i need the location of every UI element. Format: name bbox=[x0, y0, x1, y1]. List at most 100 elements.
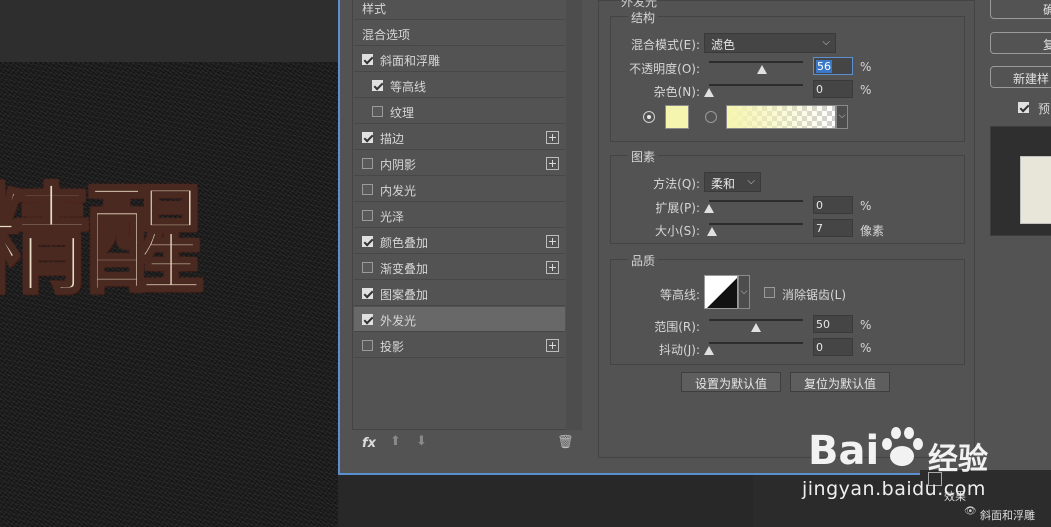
jitter-label: 抖动(J): bbox=[659, 343, 700, 357]
jitter-slider[interactable] bbox=[709, 342, 803, 344]
style-item-checkbox[interactable] bbox=[362, 54, 373, 65]
size-label: 大小(S): bbox=[654, 224, 700, 238]
antialias-label: 消除锯齿(L) bbox=[782, 288, 847, 302]
opacity-unit: % bbox=[860, 60, 872, 74]
range-input[interactable]: 50 bbox=[813, 315, 853, 333]
preview-label: 预 bbox=[1038, 102, 1051, 116]
range-slider[interactable] bbox=[709, 319, 803, 321]
style-item[interactable]: 图案叠加 bbox=[354, 281, 565, 306]
reset-default-button[interactable]: 复位为默认值 bbox=[790, 372, 890, 392]
gradient-chevron-icon[interactable]: ⌵ bbox=[836, 105, 848, 129]
style-item[interactable]: 渐变叠加 bbox=[354, 255, 565, 280]
style-item[interactable]: 投影 bbox=[354, 333, 565, 358]
style-item-checkbox[interactable] bbox=[362, 132, 373, 143]
style-item-checkbox[interactable] bbox=[372, 106, 383, 117]
style-item-checkbox[interactable] bbox=[372, 80, 383, 91]
add-effect-icon[interactable] bbox=[546, 261, 559, 274]
style-item[interactable]: 等高线 bbox=[354, 73, 565, 98]
style-item-label: 渐变叠加 bbox=[380, 262, 429, 276]
style-item[interactable]: 光泽 bbox=[354, 203, 565, 228]
method-select[interactable]: 柔和 ⌵ bbox=[704, 172, 761, 192]
preview-swatch bbox=[1020, 156, 1051, 224]
style-item-checkbox[interactable] bbox=[362, 314, 373, 325]
style-list-scrollbar[interactable] bbox=[566, 0, 582, 430]
style-item-checkbox[interactable] bbox=[362, 184, 373, 195]
style-item[interactable]: 纹理 bbox=[354, 99, 565, 124]
canvas-bottom-area bbox=[338, 475, 753, 527]
canvas-art-text: 精醒 bbox=[0, 171, 206, 310]
size-slider[interactable] bbox=[709, 223, 803, 225]
layer-bevel-label: 斜面和浮雕 bbox=[980, 509, 1035, 522]
gradient-swatch[interactable] bbox=[726, 105, 836, 129]
add-effect-icon[interactable] bbox=[546, 235, 559, 248]
new-style-button[interactable]: 新建样 bbox=[990, 66, 1051, 88]
watermark-brand-cn: 经验 bbox=[928, 442, 988, 477]
watermark-url: jingyan.baidu.com bbox=[802, 478, 986, 500]
canvas-top-area bbox=[0, 0, 338, 62]
fx-button[interactable]: fx bbox=[362, 436, 376, 451]
opacity-label: 不透明度(O): bbox=[629, 62, 700, 76]
opacity-slider-thumb[interactable] bbox=[756, 65, 767, 74]
make-default-button[interactable]: 设置为默认值 bbox=[681, 372, 781, 392]
blend-mode-label: 混合模式(E): bbox=[631, 38, 700, 52]
style-item[interactable]: 外发光 bbox=[354, 307, 565, 332]
spread-unit: % bbox=[860, 199, 872, 213]
color-radio[interactable] bbox=[643, 111, 655, 123]
jitter-unit: % bbox=[860, 341, 872, 355]
noise-unit: % bbox=[860, 83, 872, 97]
style-item-label: 颜色叠加 bbox=[380, 236, 429, 250]
eye-icon[interactable]: 👁 bbox=[964, 506, 977, 517]
style-item[interactable]: 颜色叠加 bbox=[354, 229, 565, 254]
opacity-slider[interactable] bbox=[709, 61, 803, 63]
noise-label: 杂色(N): bbox=[653, 85, 700, 99]
style-item-label: 样式 bbox=[362, 2, 387, 16]
move-down-icon[interactable]: ⬇ bbox=[416, 434, 427, 449]
style-item[interactable]: 内阴影 bbox=[354, 151, 565, 176]
style-item-label: 光泽 bbox=[380, 210, 405, 224]
noise-input[interactable]: 0 bbox=[813, 80, 853, 98]
size-slider-thumb[interactable] bbox=[707, 227, 718, 236]
blend-mode-select[interactable]: 滤色 ⌵ bbox=[704, 33, 836, 53]
antialias-checkbox[interactable] bbox=[764, 287, 775, 298]
style-item-checkbox[interactable] bbox=[362, 340, 373, 351]
method-label: 方法(Q): bbox=[653, 177, 700, 191]
spread-input[interactable]: 0 bbox=[813, 196, 853, 214]
move-up-icon[interactable]: ⬆ bbox=[390, 434, 401, 449]
jitter-input[interactable]: 0 bbox=[813, 338, 853, 356]
contour-chevron-icon[interactable]: ⌵ bbox=[738, 275, 750, 309]
chevron-down-icon: ⌵ bbox=[747, 176, 755, 187]
style-item-label: 内发光 bbox=[380, 184, 417, 198]
add-effect-icon[interactable] bbox=[546, 131, 559, 144]
spread-slider[interactable] bbox=[709, 200, 803, 202]
style-item-checkbox[interactable] bbox=[362, 288, 373, 299]
noise-slider-thumb[interactable] bbox=[704, 88, 714, 97]
elements-title: 图素 bbox=[628, 148, 659, 165]
range-slider-thumb[interactable] bbox=[751, 323, 761, 332]
range-unit: % bbox=[860, 318, 872, 332]
glow-color-swatch[interactable] bbox=[665, 105, 689, 129]
style-item-checkbox[interactable] bbox=[362, 236, 373, 247]
style-item-label: 外发光 bbox=[380, 314, 417, 328]
preview-checkbox[interactable] bbox=[1018, 102, 1029, 113]
trash-icon[interactable]: 🗑 bbox=[557, 435, 574, 450]
style-item[interactable]: 混合选项 bbox=[354, 21, 565, 46]
reset-button[interactable]: 复 bbox=[990, 32, 1051, 54]
style-item-checkbox[interactable] bbox=[362, 262, 373, 273]
style-item-checkbox[interactable] bbox=[362, 158, 373, 169]
add-effect-icon[interactable] bbox=[546, 157, 559, 170]
jitter-slider-thumb[interactable] bbox=[704, 346, 714, 355]
style-item[interactable]: 内发光 bbox=[354, 177, 565, 202]
style-item[interactable]: 描边 bbox=[354, 125, 565, 150]
style-item-checkbox[interactable] bbox=[362, 210, 373, 221]
add-effect-icon[interactable] bbox=[546, 339, 559, 352]
size-input[interactable]: 7 bbox=[813, 219, 853, 237]
style-list-footer: fx ⬆ ⬇ 🗑 bbox=[352, 430, 582, 460]
style-item[interactable]: 斜面和浮雕 bbox=[354, 47, 565, 72]
spread-slider-thumb[interactable] bbox=[704, 204, 714, 213]
noise-slider[interactable] bbox=[709, 84, 803, 86]
contour-picker[interactable] bbox=[704, 275, 738, 309]
ok-button[interactable]: 确 bbox=[990, 0, 1051, 19]
opacity-input[interactable]: 56 bbox=[813, 57, 853, 75]
gradient-radio[interactable] bbox=[705, 111, 717, 123]
style-item[interactable]: 样式 bbox=[354, 0, 565, 20]
